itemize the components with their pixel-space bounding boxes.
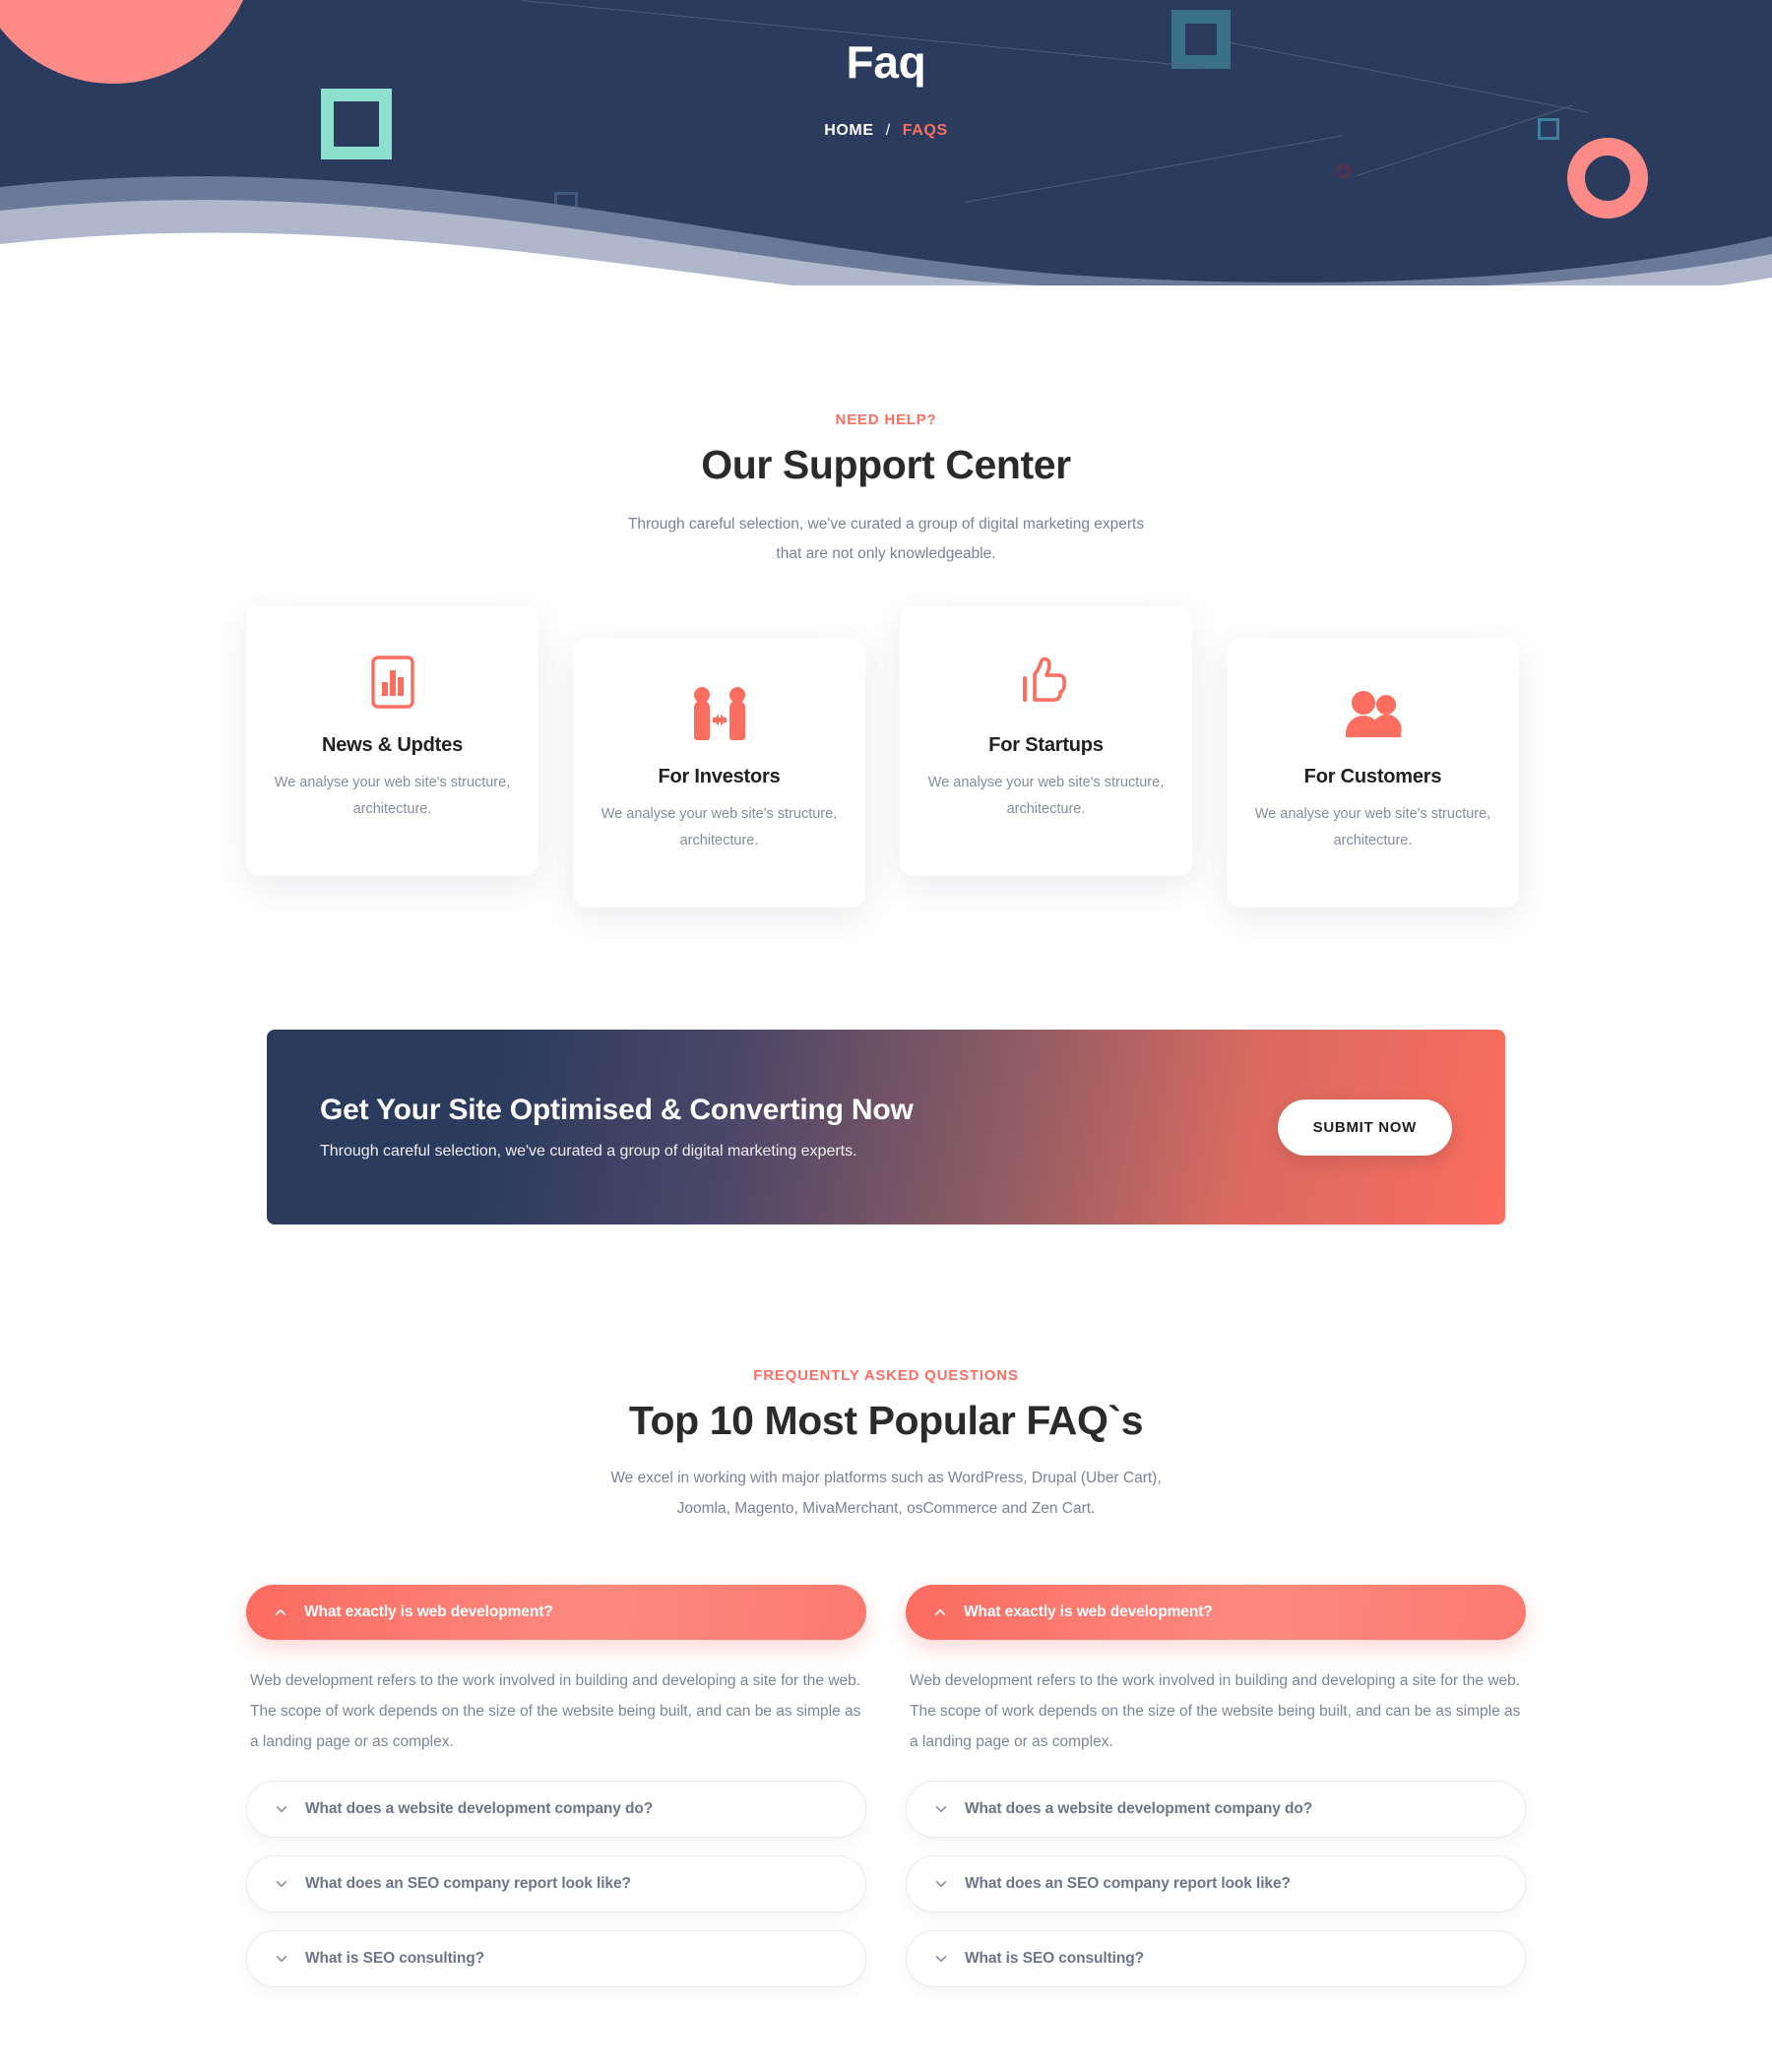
chevron-down-icon <box>276 1880 287 1887</box>
faq-eyebrow: FREQUENTLY ASKED QUESTIONS <box>753 1367 1019 1385</box>
accordion-item: What exactly is web development? Web dev… <box>246 1584 866 1763</box>
support-subtitle: Through careful selection, we've curated… <box>627 516 1145 563</box>
accordion-header-closed[interactable]: What is SEO consulting? <box>906 1929 1526 1987</box>
cta-subtitle: Through careful selection, we've curated… <box>320 1143 857 1161</box>
support-card-for-customers[interactable]: For Customers We analyse your web site's… <box>1227 638 1519 909</box>
cta-text-block: Get Your Site Optimised & Converting Now… <box>320 1094 914 1161</box>
support-center-section: NEED HELP? Our Support Center Through ca… <box>0 285 1772 569</box>
card-description: We analyse your web site's structure, ar… <box>274 775 511 818</box>
accordion-header-closed[interactable]: What does an SEO company report look lik… <box>246 1854 866 1913</box>
submit-now-button[interactable]: SUBMIT NOW <box>1277 1099 1452 1156</box>
accordion-question: What is SEO consulting? <box>305 1949 484 1967</box>
chevron-up-icon <box>275 1608 286 1615</box>
accordion-question: What does a website development company … <box>965 1799 1313 1817</box>
faq-subtitle: We excel in working with major platforms… <box>610 1470 1162 1517</box>
support-card-for-investors[interactable]: For Investors We analyse your web site's… <box>573 638 865 909</box>
support-title: Our Support Center <box>701 442 1071 487</box>
thumbs-up-icon <box>925 652 1167 713</box>
support-cards: News & Updtes We analyse your web site's… <box>246 606 1526 931</box>
card-title: For Startups <box>988 734 1104 757</box>
accordion-header-open[interactable]: What exactly is web development? <box>246 1584 866 1640</box>
faq-column-left: What exactly is web development? Web dev… <box>246 1584 866 2005</box>
bar-chart-report-icon <box>272 652 513 713</box>
accordion-question: What does a website development company … <box>305 1799 654 1817</box>
users-group-icon <box>1252 683 1493 744</box>
handshake-deal-icon <box>599 683 840 744</box>
support-card-news-updates[interactable]: News & Updtes We analyse your web site's… <box>246 606 538 877</box>
card-title: News & Updtes <box>322 734 463 757</box>
accordion-header-closed[interactable]: What is SEO consulting? <box>246 1929 866 1987</box>
faq-title: Top 10 Most Popular FAQ`s <box>628 1398 1144 1444</box>
accordion-question: What is SEO consulting? <box>965 1949 1144 1967</box>
accordion-question: What exactly is web development? <box>964 1602 1213 1620</box>
accordion-answer: Web development refers to the work invol… <box>250 1671 861 1750</box>
page-title: Faq <box>846 36 926 88</box>
page-hero: Faq HOME / FAQS <box>0 0 1772 285</box>
chevron-down-icon <box>276 1805 287 1812</box>
accordion-item: What does an SEO company report look lik… <box>906 1854 1526 1913</box>
faq-section-header: FREQUENTLY ASKED QUESTIONS Top 10 Most P… <box>0 1224 1772 1523</box>
faq-columns: What exactly is web development? Web dev… <box>246 1584 1526 2005</box>
card-description: We analyse your web site's structure, ar… <box>1254 806 1491 849</box>
chevron-down-icon <box>935 1805 947 1812</box>
accordion-item: What does a website development company … <box>246 1780 866 1838</box>
accordion-question: What does an SEO company report look lik… <box>305 1874 631 1892</box>
faq-column-right: What exactly is web development? Web dev… <box>906 1584 1526 2005</box>
accordion-header-open[interactable]: What exactly is web development? <box>906 1584 1526 1640</box>
breadcrumb-current: FAQS <box>902 122 948 139</box>
accordion-item: What exactly is web development? Web dev… <box>906 1584 1526 1763</box>
accordion-item: What is SEO consulting? <box>246 1929 866 1987</box>
cta-title: Get Your Site Optimised & Converting Now <box>320 1094 914 1127</box>
accordion-question: What does an SEO company report look lik… <box>965 1874 1291 1892</box>
breadcrumb-home-link[interactable]: HOME <box>824 122 873 139</box>
chevron-up-icon <box>934 1608 946 1615</box>
support-eyebrow: NEED HELP? <box>835 411 937 428</box>
chevron-down-icon <box>935 1880 947 1887</box>
breadcrumb-separator: / <box>885 122 891 139</box>
card-title: For Investors <box>658 766 781 788</box>
card-description: We analyse your web site's structure, ar… <box>927 775 1165 818</box>
hero-wave-divider <box>0 159 1772 285</box>
accordion-answer: Web development refers to the work invol… <box>910 1671 1521 1750</box>
cta-banner: Get Your Site Optimised & Converting Now… <box>267 1030 1505 1225</box>
accordion-item: What does an SEO company report look lik… <box>246 1854 866 1913</box>
chevron-down-icon <box>276 1955 287 1962</box>
accordion-item: What is SEO consulting? <box>906 1929 1526 1987</box>
accordion-item: What does a website development company … <box>906 1780 1526 1838</box>
accordion-header-closed[interactable]: What does a website development company … <box>906 1780 1526 1838</box>
breadcrumb: HOME / FAQS <box>0 122 1772 140</box>
chevron-down-icon <box>935 1955 947 1962</box>
card-title: For Customers <box>1303 766 1442 788</box>
accordion-header-closed[interactable]: What does an SEO company report look lik… <box>906 1854 1526 1913</box>
card-description: We analyse your web site's structure, ar… <box>601 806 838 849</box>
accordion-header-closed[interactable]: What does a website development company … <box>246 1780 866 1838</box>
accordion-question: What exactly is web development? <box>304 1602 553 1620</box>
support-card-for-startups[interactable]: For Startups We analyse your web site's … <box>900 606 1192 877</box>
